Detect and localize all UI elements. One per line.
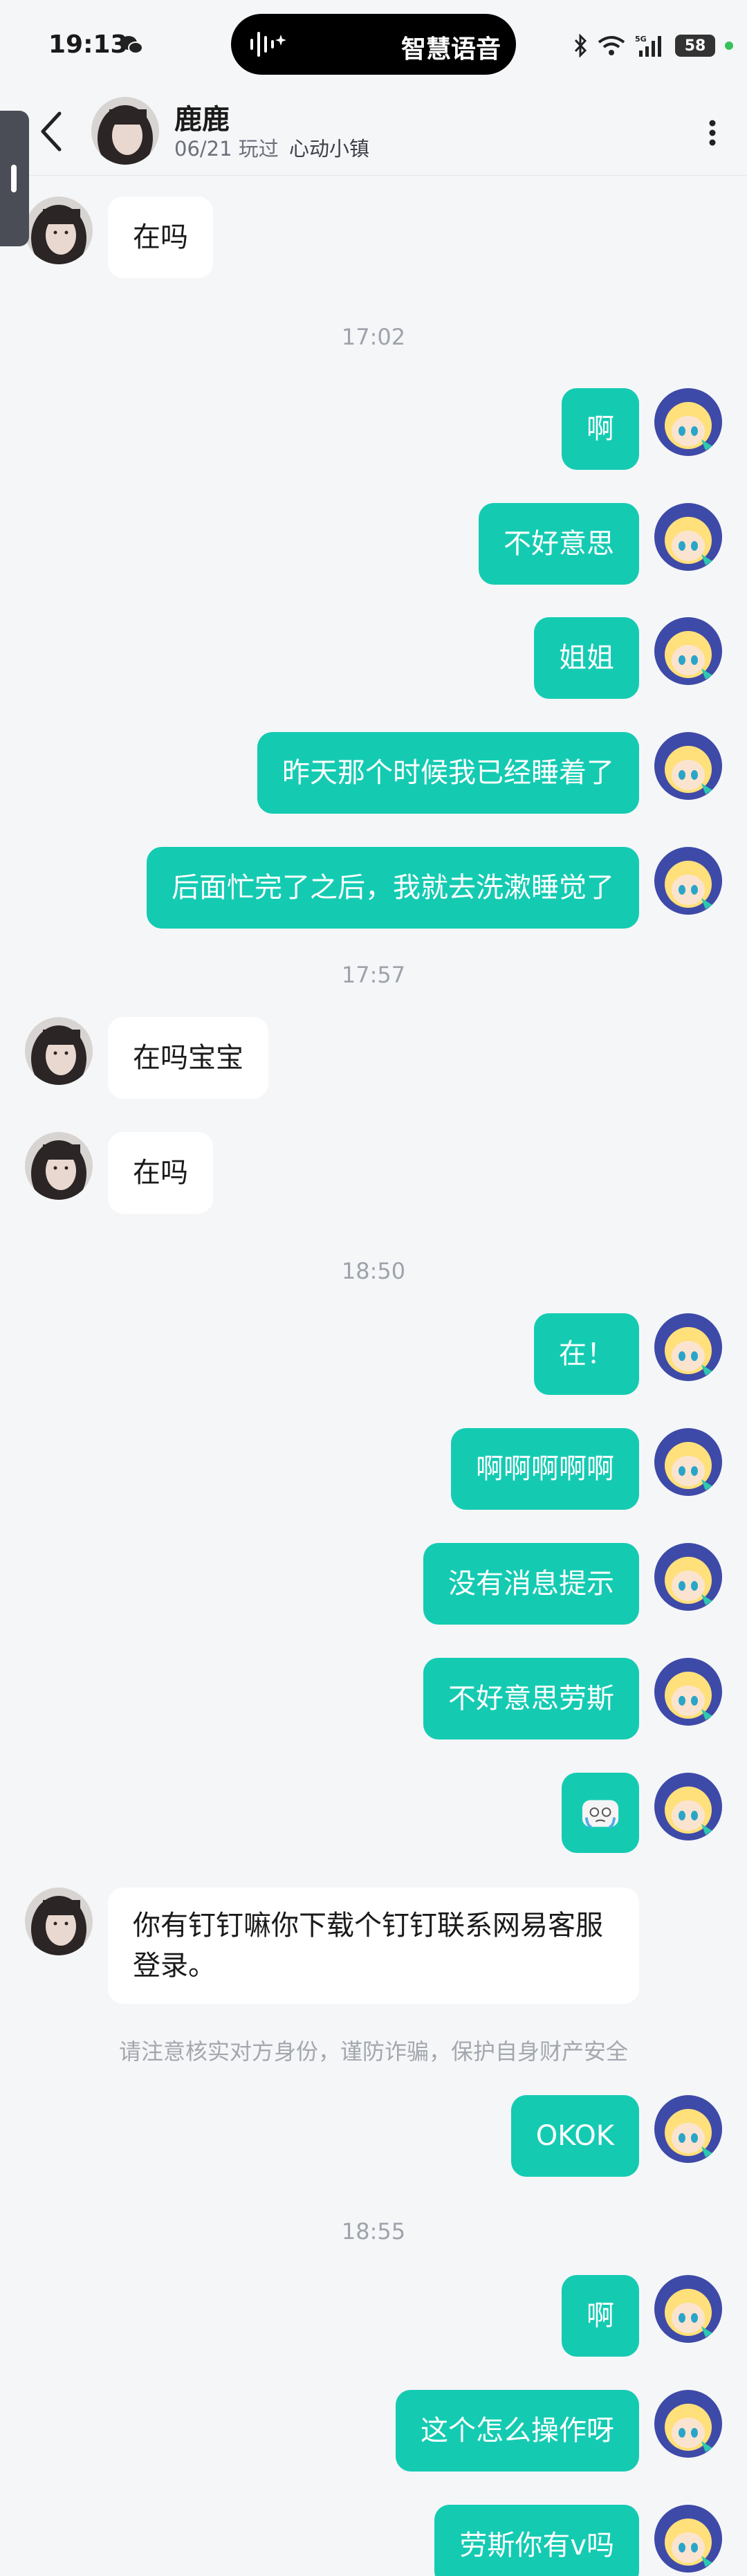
outgoing-message-bubble[interactable]: 啊 <box>562 388 639 470</box>
outgoing-message-bubble[interactable]: 昨天那个时候我已经睡着了 <box>257 732 639 814</box>
my-avatar[interactable] <box>654 617 722 685</box>
outgoing-message-bubble[interactable]: 啊啊啊啊啊 <box>451 1428 639 1510</box>
last-played-date: 06/21 <box>174 137 232 161</box>
contact-avatar[interactable] <box>25 197 93 264</box>
outgoing-message-bubble[interactable]: 姐姐 <box>534 617 639 699</box>
battery-indicator: 58 <box>675 35 715 57</box>
outgoing-message-bubble[interactable]: 后面忙完了之后，我就去洗漱睡觉了 <box>147 847 639 929</box>
floating-side-handle[interactable] <box>0 111 29 246</box>
my-avatar[interactable] <box>654 847 722 915</box>
my-avatar[interactable] <box>654 2095 722 2163</box>
timestamp: 18:55 <box>341 2218 406 2245</box>
incoming-message-bubble[interactable]: 你有钉钉嘛你下载个钉钉联系网易客服登录。 <box>108 1888 639 2004</box>
my-avatar[interactable] <box>654 2275 722 2343</box>
contact-avatar[interactable] <box>25 1888 93 1955</box>
incoming-message-bubble[interactable]: 在吗 <box>108 1132 213 1214</box>
timestamp: 17:02 <box>341 324 406 350</box>
wechat-icon <box>120 36 143 54</box>
safety-notice: 请注意核实对方身份，谨防诈骗，保护自身财产安全 <box>118 2038 628 2065</box>
privacy-indicator-dot <box>725 42 733 50</box>
my-avatar[interactable] <box>654 1313 722 1381</box>
status-icons: 5G 58 <box>573 30 733 61</box>
voice-assistant-island[interactable]: 智慧语音 <box>231 14 516 75</box>
contact-avatar[interactable] <box>91 97 159 165</box>
status-bar: 19:13 智慧语音 5G 58 <box>0 0 747 90</box>
status-time: 19:13 <box>48 30 128 59</box>
voice-wave-icon <box>250 32 286 57</box>
my-avatar[interactable] <box>654 1543 722 1611</box>
contact-name: 鹿鹿 <box>174 104 230 136</box>
contact-avatar[interactable] <box>25 1132 93 1200</box>
outgoing-message-bubble[interactable]: 这个怎么操作呀 <box>396 2390 639 2472</box>
my-avatar[interactable] <box>654 503 722 571</box>
contact-avatar[interactable] <box>25 1017 93 1085</box>
my-avatar[interactable] <box>654 2505 722 2573</box>
game-name: 心动小镇 <box>289 137 370 161</box>
outgoing-message-bubble[interactable]: 啊 <box>562 2275 639 2357</box>
played-label: 玩过 <box>238 137 279 161</box>
contact-subtitle: 06/21 玩过 心动小镇 <box>174 133 369 162</box>
svg-text:5G: 5G <box>635 35 647 44</box>
wifi-icon <box>598 36 625 55</box>
timestamp: 18:50 <box>341 1258 406 1284</box>
message-list[interactable]: 17:02 17:57 18:50 18:55 请注意核实对方身份，谨防诈骗，保… <box>0 176 747 2576</box>
outgoing-message-bubble[interactable]: 没有消息提示 <box>423 1543 639 1625</box>
my-avatar[interactable] <box>654 2390 722 2458</box>
back-icon[interactable] <box>30 104 72 159</box>
chat-header: 鹿鹿 06/21 玩过 心动小镇 <box>0 90 747 176</box>
incoming-message-bubble[interactable]: 在吗宝宝 <box>108 1017 268 1099</box>
outgoing-message-bubble[interactable]: 劳斯你有v吗 <box>434 2505 639 2576</box>
incoming-message-bubble[interactable]: 在吗 <box>108 197 213 278</box>
outgoing-message-bubble[interactable]: 在！ <box>534 1313 639 1395</box>
my-avatar[interactable] <box>654 1773 722 1840</box>
island-label: 智慧语音 <box>400 35 501 64</box>
crying-face-emoji-icon <box>582 1800 619 1829</box>
my-avatar[interactable] <box>654 1658 722 1726</box>
my-avatar[interactable] <box>654 732 722 800</box>
outgoing-message-bubble[interactable]: 不好意思 <box>479 503 639 585</box>
outgoing-message-bubble[interactable]: 不好意思劳斯 <box>423 1658 639 1739</box>
more-options-icon[interactable] <box>699 105 726 161</box>
bluetooth-icon <box>574 34 587 57</box>
timestamp: 17:57 <box>341 962 406 988</box>
signal-icon: 5G <box>635 35 661 57</box>
my-avatar[interactable] <box>654 388 722 456</box>
battery-level: 58 <box>684 37 706 55</box>
sticker-message-bubble[interactable] <box>562 1773 639 1853</box>
my-avatar[interactable] <box>654 1428 722 1496</box>
outgoing-message-bubble[interactable]: OKOK <box>510 2095 639 2177</box>
